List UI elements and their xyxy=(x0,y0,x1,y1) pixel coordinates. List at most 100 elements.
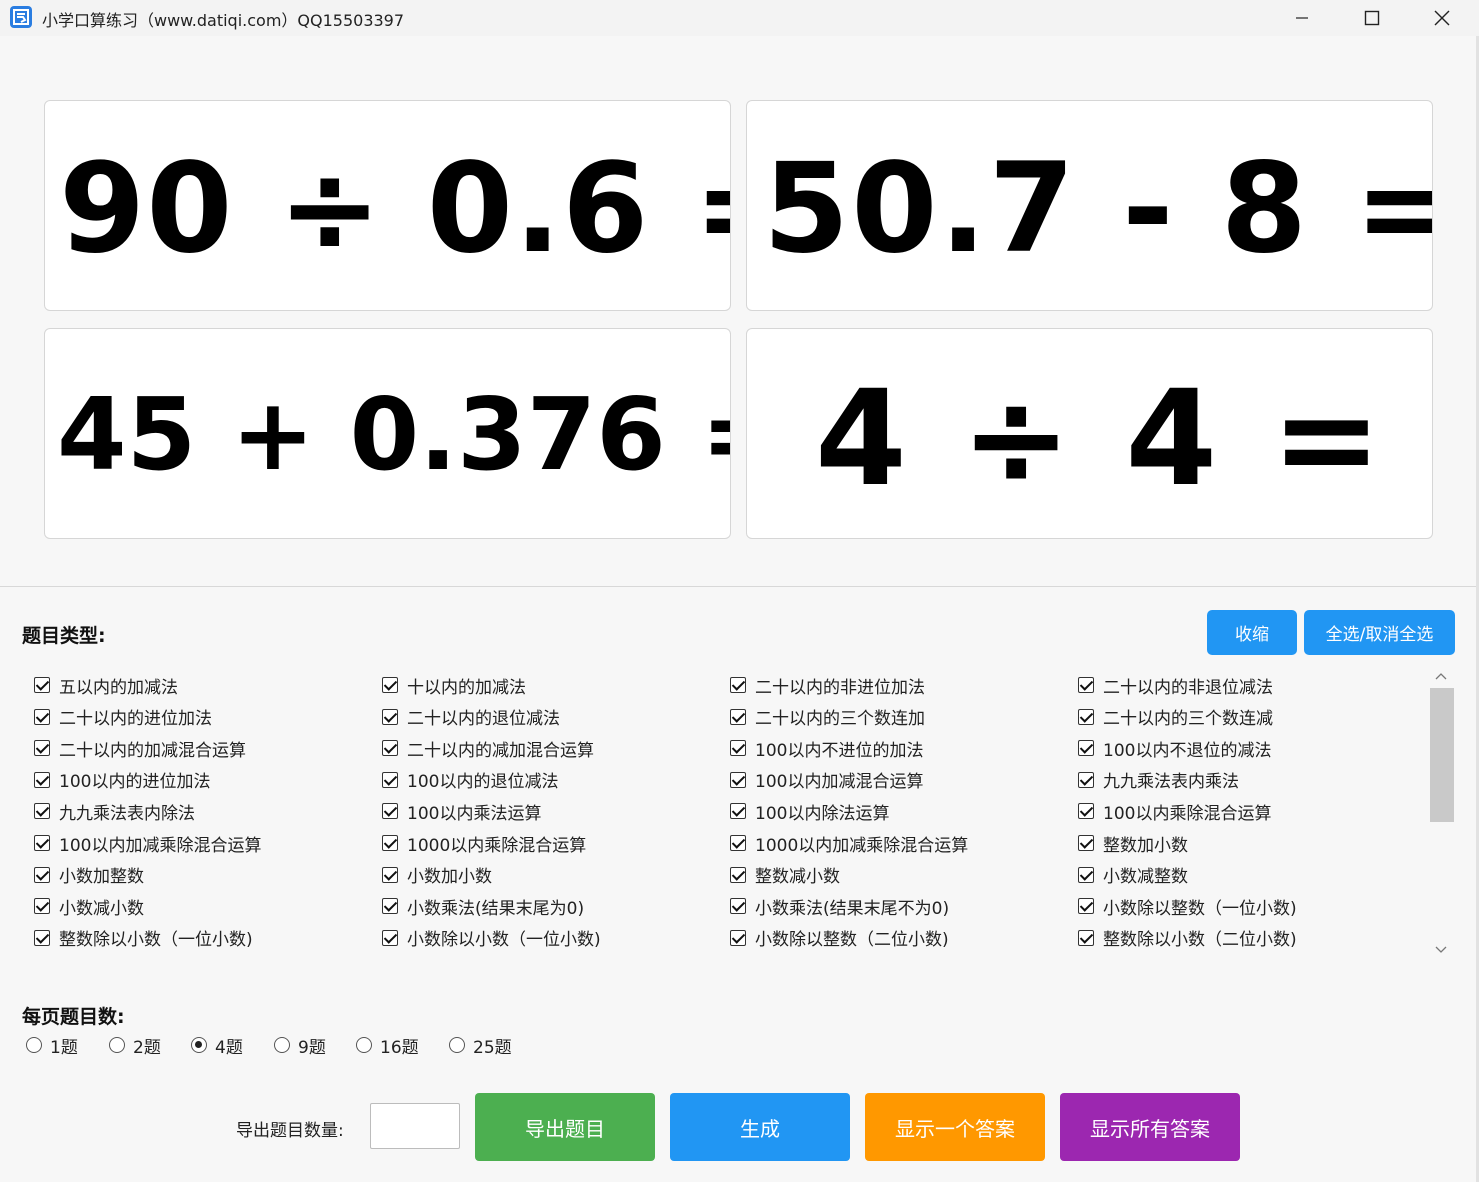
question-type-checkbox[interactable]: 100以内乘除混合运算 xyxy=(1078,799,1271,824)
checkbox-checked-icon[interactable] xyxy=(34,835,50,851)
checkbox-checked-icon[interactable] xyxy=(730,866,746,883)
checkbox-checked-icon[interactable] xyxy=(1078,803,1094,820)
per-page-option[interactable]: 9题 xyxy=(274,1034,326,1058)
question-type-checkbox[interactable]: 1000以内加减乘除混合运算 xyxy=(730,831,968,856)
question-type-checkbox[interactable]: 五以内的加减法 xyxy=(34,673,178,698)
question-type-checkbox[interactable]: 二十以内的非进位加法 xyxy=(730,673,925,698)
maximize-button[interactable] xyxy=(1344,0,1400,36)
checkbox-checked-icon[interactable] xyxy=(730,771,746,788)
question-type-checkbox[interactable]: 十以内的加减法 xyxy=(382,673,526,698)
question-type-checkbox[interactable]: 100以内不进位的加法 xyxy=(730,736,923,761)
export-count-input[interactable] xyxy=(370,1103,460,1149)
checkbox-checked-icon[interactable] xyxy=(382,708,398,725)
question-type-checkbox[interactable]: 二十以内的加减混合运算 xyxy=(34,736,246,761)
question-type-checkbox[interactable]: 小数除以小数（一位小数) xyxy=(382,926,601,950)
show-all-answers-button[interactable]: 显示所有答案 xyxy=(1060,1093,1240,1161)
checkbox-checked-icon[interactable] xyxy=(1078,740,1094,757)
checkbox-checked-icon[interactable] xyxy=(1078,835,1094,851)
question-type-checkbox[interactable]: 小数除以整数（二位小数) xyxy=(730,926,949,950)
question-type-checkbox[interactable]: 小数减整数 xyxy=(1078,863,1188,887)
checkbox-checked-icon[interactable] xyxy=(382,677,398,693)
close-button[interactable] xyxy=(1414,0,1470,36)
checkbox-checked-icon[interactable] xyxy=(34,740,50,757)
checkbox-checked-icon[interactable] xyxy=(730,898,746,915)
per-page-option[interactable]: 2题 xyxy=(109,1034,161,1058)
question-type-checkbox[interactable]: 1000以内乘除混合运算 xyxy=(382,831,586,856)
checkbox-checked-icon[interactable] xyxy=(1078,866,1094,883)
checkbox-checked-icon[interactable] xyxy=(730,835,746,851)
checkbox-checked-icon[interactable] xyxy=(382,866,398,883)
question-type-label: 五以内的加减法 xyxy=(59,677,178,698)
export-questions-button[interactable]: 导出题目 xyxy=(475,1093,655,1161)
checkbox-checked-icon[interactable] xyxy=(382,835,398,851)
select-all-button[interactable]: 全选/取消全选 xyxy=(1304,610,1455,655)
question-type-checkbox[interactable]: 小数加小数 xyxy=(382,863,492,887)
show-one-answer-button[interactable]: 显示一个答案 xyxy=(865,1093,1045,1161)
checkbox-checked-icon[interactable] xyxy=(730,740,746,757)
question-type-checkbox[interactable]: 100以内乘法运算 xyxy=(382,799,541,824)
checkbox-checked-icon[interactable] xyxy=(1078,929,1094,946)
checkbox-checked-icon[interactable] xyxy=(382,740,398,757)
question-type-checkbox[interactable]: 小数减小数 xyxy=(34,894,144,919)
question-type-checkbox[interactable]: 100以内除法运算 xyxy=(730,799,889,824)
checkbox-checked-icon[interactable] xyxy=(34,708,50,725)
checkbox-checked-icon[interactable] xyxy=(1078,898,1094,915)
question-type-checkbox[interactable]: 二十以内的进位加法 xyxy=(34,705,212,729)
question-type-checkbox[interactable]: 小数乘法(结果末尾不为0) xyxy=(730,894,949,919)
question-type-checkbox[interactable]: 九九乘法表内乘法 xyxy=(1078,768,1239,792)
checkbox-checked-icon[interactable] xyxy=(1078,677,1094,693)
scroll-up-button[interactable] xyxy=(1429,664,1453,688)
question-type-checkbox[interactable]: 二十以内的退位减法 xyxy=(382,705,560,729)
question-type-checkbox[interactable]: 九九乘法表内除法 xyxy=(34,799,195,824)
question-type-label: 整数除以小数（一位小数) xyxy=(59,930,253,951)
per-page-option[interactable]: 4题 xyxy=(191,1034,243,1058)
question-type-checkbox[interactable]: 整数加小数 xyxy=(1078,831,1188,856)
checkbox-checked-icon[interactable] xyxy=(34,803,50,820)
checkbox-checked-icon[interactable] xyxy=(730,929,746,946)
radio-unselected-icon[interactable] xyxy=(109,1037,125,1053)
radio-selected-icon[interactable] xyxy=(191,1037,207,1053)
checkbox-checked-icon[interactable] xyxy=(34,929,50,946)
question-type-checkbox[interactable]: 二十以内的非退位减法 xyxy=(1078,673,1273,698)
checkbox-checked-icon[interactable] xyxy=(34,898,50,915)
question-type-checkbox[interactable]: 100以内加减混合运算 xyxy=(730,768,923,792)
question-type-checkbox[interactable]: 100以内加减乘除混合运算 xyxy=(34,831,261,856)
question-type-checkbox[interactable]: 100以内不退位的减法 xyxy=(1078,736,1271,761)
minimize-button[interactable] xyxy=(1274,0,1330,36)
per-page-option[interactable]: 16题 xyxy=(356,1034,419,1058)
radio-unselected-icon[interactable] xyxy=(449,1037,465,1053)
question-type-checkbox[interactable]: 100以内的退位减法 xyxy=(382,768,558,792)
collapse-button[interactable]: 收缩 xyxy=(1207,610,1297,655)
checkbox-checked-icon[interactable] xyxy=(730,708,746,725)
per-page-option[interactable]: 1题 xyxy=(26,1034,78,1058)
question-type-checkbox[interactable]: 小数加整数 xyxy=(34,863,144,887)
checkbox-checked-icon[interactable] xyxy=(382,929,398,946)
radio-unselected-icon[interactable] xyxy=(356,1037,372,1053)
checkbox-checked-icon[interactable] xyxy=(1078,708,1094,725)
checkbox-checked-icon[interactable] xyxy=(730,677,746,693)
checkbox-checked-icon[interactable] xyxy=(382,898,398,915)
checkbox-checked-icon[interactable] xyxy=(382,771,398,788)
question-type-checkbox[interactable]: 小数乘法(结果末尾为0) xyxy=(382,894,584,919)
checkbox-checked-icon[interactable] xyxy=(1078,771,1094,788)
scroll-down-button[interactable] xyxy=(1429,938,1453,962)
question-type-checkbox[interactable]: 整数除以小数（一位小数) xyxy=(34,926,253,950)
checkbox-checked-icon[interactable] xyxy=(34,677,50,693)
question-type-checkbox[interactable]: 100以内的进位加法 xyxy=(34,768,210,792)
question-type-checkbox[interactable]: 二十以内的三个数连减 xyxy=(1078,705,1273,729)
question-type-checkbox[interactable]: 二十以内的三个数连加 xyxy=(730,705,925,729)
type-list-scrollbar[interactable] xyxy=(1429,664,1454,962)
question-type-checkbox[interactable]: 整数减小数 xyxy=(730,863,840,887)
radio-unselected-icon[interactable] xyxy=(26,1037,42,1053)
question-type-checkbox[interactable]: 二十以内的减加混合运算 xyxy=(382,736,594,761)
question-type-checkbox[interactable]: 小数除以整数（一位小数) xyxy=(1078,894,1297,919)
scroll-thumb[interactable] xyxy=(1430,688,1454,822)
radio-unselected-icon[interactable] xyxy=(274,1037,290,1053)
question-type-checkbox[interactable]: 整数除以小数（二位小数) xyxy=(1078,926,1297,950)
checkbox-checked-icon[interactable] xyxy=(34,771,50,788)
checkbox-checked-icon[interactable] xyxy=(730,803,746,820)
checkbox-checked-icon[interactable] xyxy=(34,866,50,883)
per-page-option[interactable]: 25题 xyxy=(449,1034,512,1058)
checkbox-checked-icon[interactable] xyxy=(382,803,398,820)
generate-button[interactable]: 生成 xyxy=(670,1093,850,1161)
